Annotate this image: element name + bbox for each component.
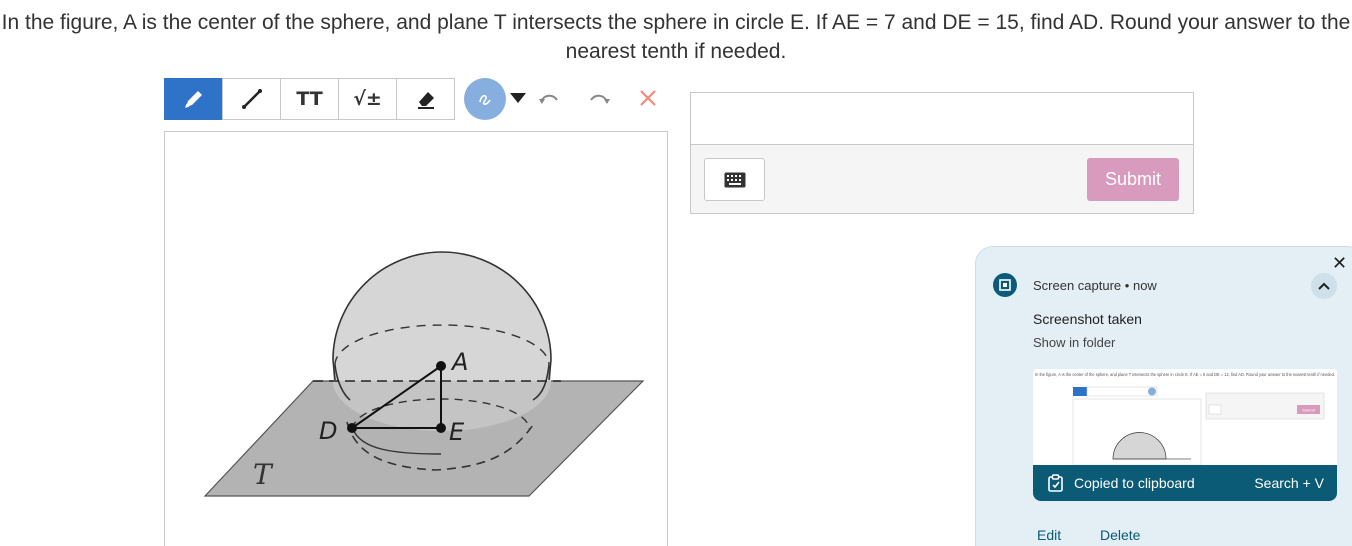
collapse-button[interactable] xyxy=(1311,273,1337,299)
answer-input[interactable] xyxy=(691,93,1193,145)
notification-time: now xyxy=(1132,278,1157,293)
keyboard-button[interactable] xyxy=(704,158,765,201)
copied-to-clipboard-text: Copied to clipboard xyxy=(1074,475,1195,491)
question-text: In the figure, A is the center of the sp… xyxy=(1,11,1351,63)
color-picker-button[interactable] xyxy=(464,78,506,120)
point-e xyxy=(436,423,446,433)
chevron-up-icon xyxy=(1318,282,1330,290)
clear-icon[interactable] xyxy=(636,86,660,110)
notification-title: Screenshot taken xyxy=(1033,311,1142,327)
text-tool-button[interactable]: TT xyxy=(280,78,339,120)
label-e: E xyxy=(449,418,465,446)
show-in-folder-link[interactable]: Show in folder xyxy=(1033,335,1115,350)
notification-app-line: Screen capture • now xyxy=(1033,278,1157,293)
thumbnail-question-text: In the figure, A is the center of the sp… xyxy=(1035,372,1335,377)
sphere-figure: A D E T xyxy=(203,251,645,497)
clipboard-banner: Copied to clipboard Search + V xyxy=(1033,465,1337,501)
screenshot-thumbnail[interactable]: In the figure, A is the center of the sp… xyxy=(1033,369,1337,465)
math-tool-button[interactable]: √± xyxy=(338,78,397,120)
math-icon: √± xyxy=(353,88,382,110)
clipboard-icon xyxy=(1048,474,1063,492)
edit-button[interactable]: Edit xyxy=(1037,527,1061,543)
delete-button[interactable]: Delete xyxy=(1100,527,1140,543)
drawing-toolbar: TT √± xyxy=(164,78,656,120)
point-d xyxy=(347,423,357,433)
screen-capture-app-icon xyxy=(993,273,1017,297)
line-tool-button[interactable] xyxy=(222,78,281,120)
keyboard-icon xyxy=(724,172,745,187)
eraser-tool-button[interactable] xyxy=(396,78,455,120)
screenshot-notification: ✕ Screen capture • now Screenshot taken … xyxy=(975,246,1352,546)
text-size-icon: TT xyxy=(296,88,323,110)
undo-icon[interactable] xyxy=(536,86,562,112)
search-v-shortcut[interactable]: Search + V xyxy=(1254,475,1324,491)
notification-app-name: Screen capture xyxy=(1033,278,1122,293)
eraser-icon xyxy=(417,92,434,109)
point-a xyxy=(436,361,446,371)
line-icon xyxy=(241,89,262,109)
redo-icon[interactable] xyxy=(586,86,612,112)
label-d: D xyxy=(319,417,337,445)
close-icon[interactable]: ✕ xyxy=(1332,253,1347,274)
dropdown-caret-icon[interactable] xyxy=(510,93,526,103)
answer-panel: Submit xyxy=(690,92,1194,214)
drawing-canvas[interactable]: A D E T xyxy=(164,131,668,546)
brush-color-icon xyxy=(479,94,491,105)
dot-separator: • xyxy=(1124,278,1133,293)
submit-button[interactable]: Submit xyxy=(1087,158,1179,201)
thumbnail-submit-label: Submit xyxy=(1302,408,1315,413)
pencil-tool-button[interactable] xyxy=(164,78,223,120)
label-plane-t: T xyxy=(253,458,274,491)
pencil-icon xyxy=(184,91,202,108)
label-a: A xyxy=(450,348,468,376)
